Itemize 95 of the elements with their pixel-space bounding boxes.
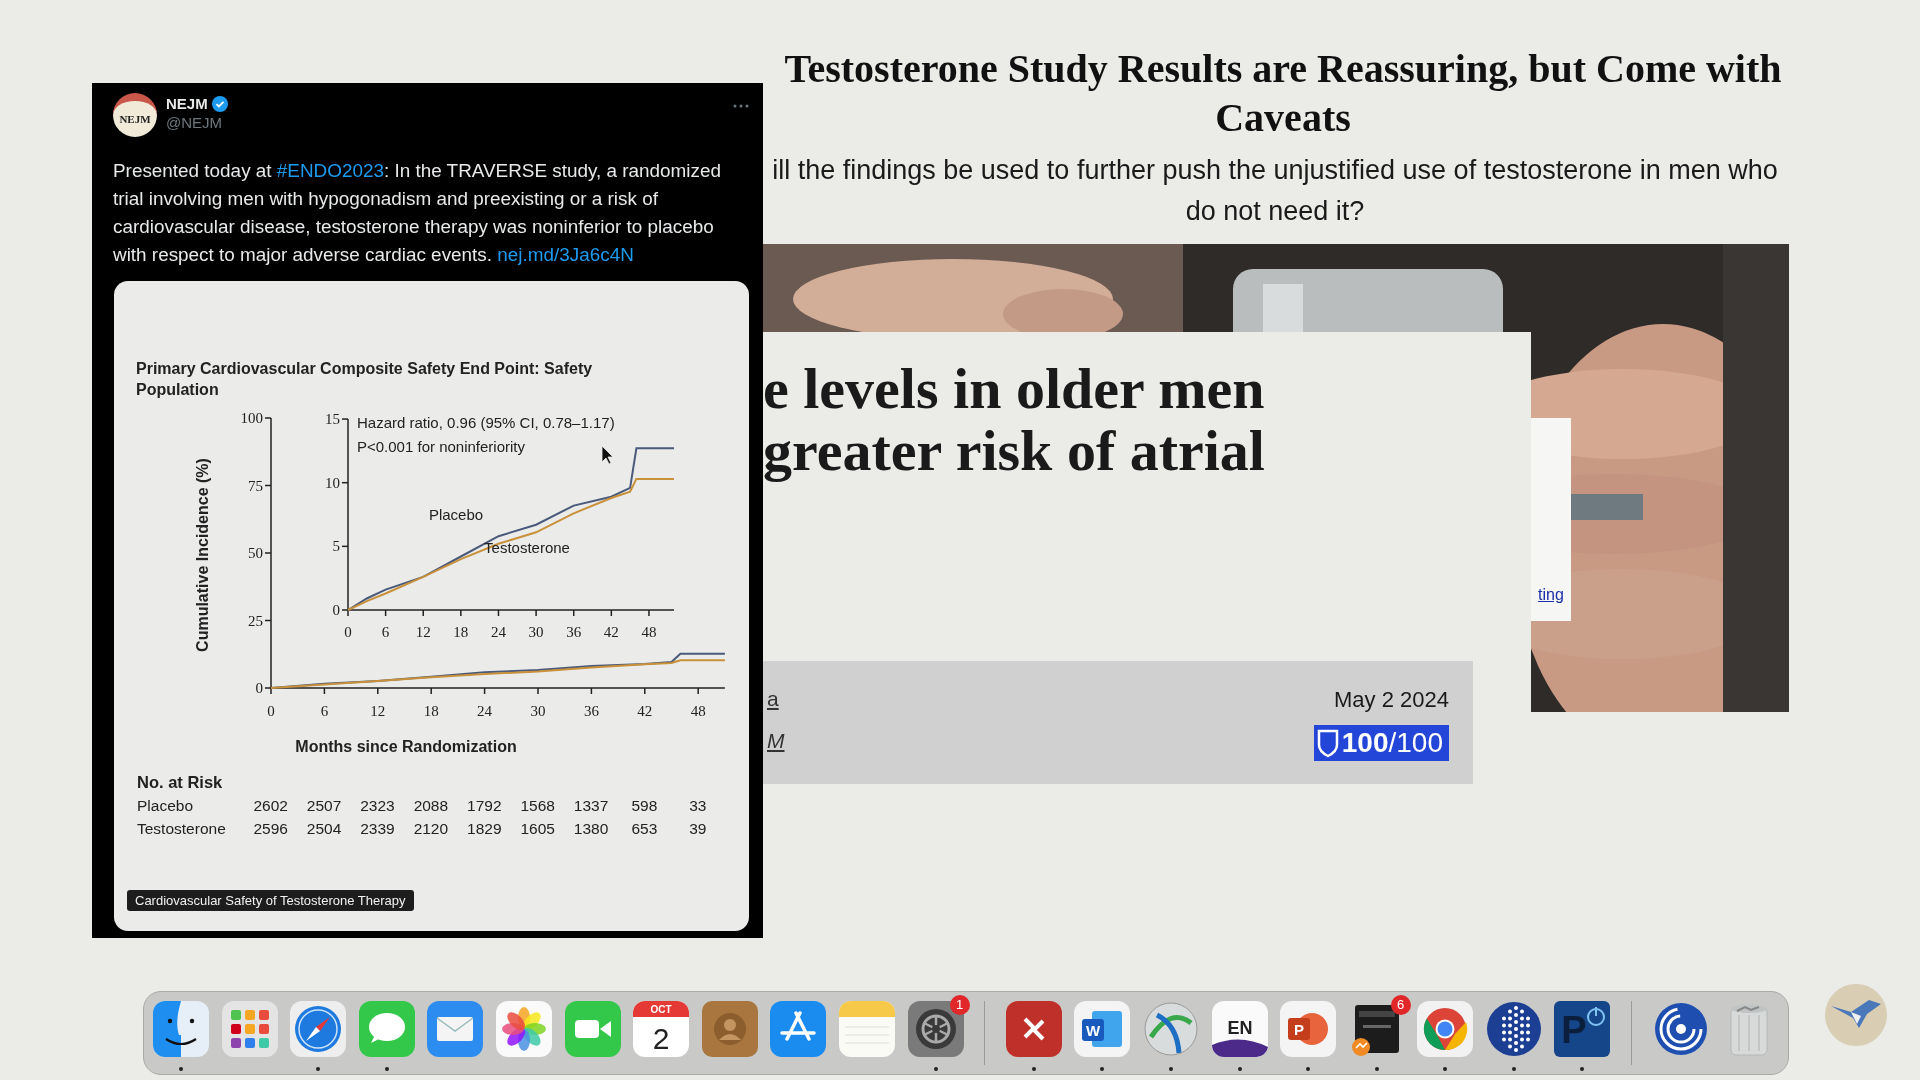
- globe-icon[interactable]: [1142, 1001, 1199, 1057]
- series-label: Placebo: [428, 506, 484, 523]
- table-cell-text: 598: [630, 796, 659, 816]
- avatar-icon[interactable]: [1825, 984, 1887, 1046]
- en-app-icon[interactable]: EN: [1211, 1001, 1268, 1057]
- row-label: Placebo: [137, 796, 194, 816]
- table-cell-text: 2323: [359, 796, 396, 816]
- tweet-text: Presented today at #ENDO2023: In the TRAVERSE study, a randomized trial involving men with hypogonadism and preexisting or a risk of cardiovascular disease, testosterone therapy was noninferior to placebo with respect to major adverse cardiac events. nej.md/3Ja6c4N: [113, 159, 722, 267]
- annotation-text: P<0.001 for noninferiority: [357, 438, 526, 455]
- article-subtitle: ill the findings be used to further push the unjustified use of testosterone in men who do not need it?: [771, 154, 1779, 228]
- chart-title: Primary Cardiovascular Composite Safety End Point: Safety Population: [136, 359, 594, 400]
- chat-bubble-icon[interactable]: [358, 1001, 415, 1057]
- tick-label: 0: [344, 624, 352, 640]
- tick-label: 15: [325, 411, 340, 428]
- tick-label: 18: [453, 624, 469, 640]
- table-cell-text: 1605: [519, 819, 556, 839]
- tick-label: 48: [690, 703, 706, 719]
- table-cell-text: 2507: [305, 796, 343, 816]
- tick-label: 6: [320, 703, 329, 719]
- tick-label: 100: [240, 410, 263, 426]
- author-name[interactable]: NEJM: [166, 95, 208, 112]
- tick-label: 50: [248, 545, 263, 561]
- article-link[interactable]: ting: [1538, 586, 1564, 604]
- app-grid-icon[interactable]: [221, 1001, 278, 1057]
- tick-label: 6: [381, 624, 390, 640]
- video-camera-icon[interactable]: [564, 1001, 621, 1057]
- table-cell-text: 2339: [359, 819, 396, 839]
- author-handle: @NEJM: [166, 114, 224, 131]
- axis-title: Months since Randomization: [295, 738, 517, 755]
- face-icon[interactable]: [153, 1001, 209, 1057]
- table-cell-text: 1792: [466, 796, 503, 816]
- tick-label: 18: [423, 703, 439, 719]
- shield-icon: [1315, 728, 1340, 758]
- series-label: Testosterone: [484, 539, 570, 556]
- contact-book-icon[interactable]: [701, 1001, 758, 1057]
- tick-label: 24: [477, 703, 493, 719]
- tick-label: 0: [255, 680, 263, 696]
- notification-badge: 1: [949, 995, 970, 1015]
- table-cell-text: 39: [688, 819, 708, 839]
- annotation-text: Hazard ratio, 0.96 (95% CI, 0.78–1.17): [357, 414, 615, 431]
- headline-text: e levels in older men: [763, 358, 1266, 420]
- tick-label: 0: [267, 703, 275, 719]
- headline-text: greater risk of atrial: [763, 420, 1266, 482]
- table-cell-text: 1380: [572, 819, 610, 839]
- gear-icon[interactable]: [907, 1001, 964, 1057]
- table-cell-text: 2120: [412, 819, 450, 839]
- browser-icon[interactable]: [1417, 1001, 1474, 1057]
- tick-label: 5: [332, 538, 340, 555]
- caption-tag: Cardiovascular Safety of Testosterone Therapy: [127, 890, 414, 911]
- tick-label: 42: [637, 703, 653, 719]
- tweet-link[interactable]: nej.md/3Ja6c4N: [497, 244, 634, 265]
- tick-label: 0: [332, 602, 340, 618]
- tick-label: 30: [528, 624, 544, 640]
- table-cell-text: 1568: [519, 796, 556, 816]
- date-text: May 2 2024: [1334, 687, 1449, 713]
- tick-label: 36: [566, 624, 582, 640]
- tick-label: 25: [248, 612, 263, 629]
- table-cell-text: 2088: [412, 796, 450, 816]
- notification-badge: 6: [1390, 995, 1411, 1015]
- tick-label: 24: [491, 624, 506, 640]
- table-cell-text: 2596: [252, 819, 289, 839]
- hashtag-link[interactable]: #ENDO2023: [276, 160, 384, 181]
- tick-label: 12: [370, 703, 386, 719]
- tick-label: 10: [325, 474, 340, 491]
- tick-label: 30: [530, 703, 546, 719]
- flower-icon[interactable]: [495, 1001, 552, 1057]
- more-icon[interactable]: [733, 103, 749, 109]
- table-cell-text: 1337: [572, 796, 610, 816]
- tick-label: 12: [415, 624, 431, 640]
- source-link[interactable]: M: [767, 729, 785, 753]
- word-document-icon[interactable]: W: [1074, 1001, 1131, 1057]
- envelope-icon[interactable]: [427, 1001, 484, 1057]
- article-title: Testosterone Study Results are Reassuring, but Come with Caveats: [783, 45, 1783, 142]
- table-cell-text: 653: [630, 819, 659, 839]
- tick-label: 48: [641, 624, 657, 640]
- table-cell-text: 33: [688, 796, 708, 816]
- spiral-icon[interactable]: [1652, 1001, 1709, 1057]
- compass-icon[interactable]: [290, 1001, 347, 1057]
- presentation-icon[interactable]: P: [1280, 1001, 1337, 1057]
- tick-label: 75: [248, 477, 263, 494]
- table-cell-text: 2602: [252, 796, 289, 816]
- app-store-icon[interactable]: [770, 1001, 827, 1057]
- avatar-logo[interactable]: NEJM: [113, 93, 157, 137]
- calendar-icon[interactable]: OCT 2: [633, 1001, 690, 1057]
- row-label: Testosterone: [137, 819, 227, 839]
- tick-label: 42: [603, 624, 619, 640]
- axis-title: Cumulative Incidence (%): [194, 458, 211, 652]
- dot-grid-icon[interactable]: [1485, 1001, 1542, 1057]
- table-title: No. at Risk: [137, 772, 224, 793]
- table-cell-text: 1829: [466, 819, 503, 839]
- author-link[interactable]: a: [767, 687, 779, 711]
- score-badge: 100/100: [1313, 725, 1449, 761]
- tick-label: 36: [583, 703, 599, 719]
- table-cell-text: 2504: [305, 819, 343, 839]
- cursor-icon: [601, 445, 614, 465]
